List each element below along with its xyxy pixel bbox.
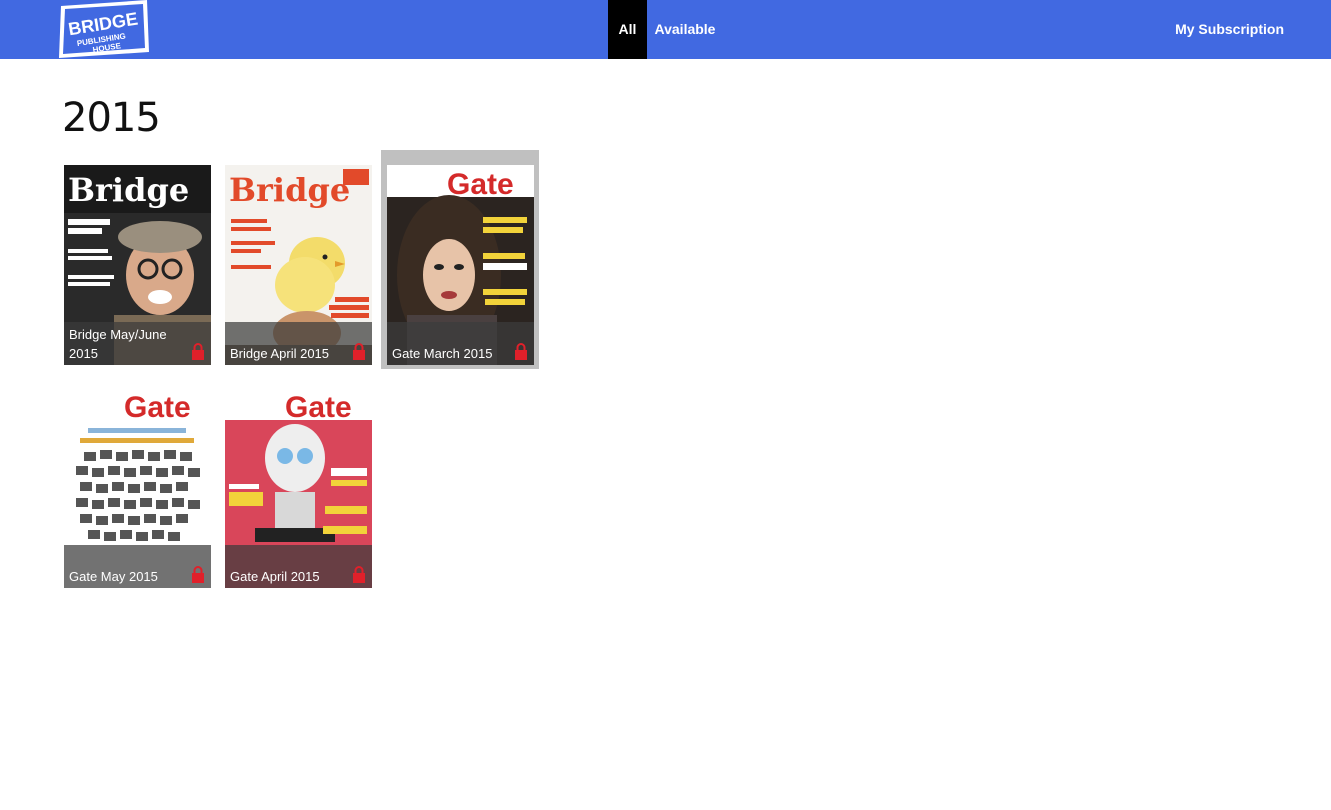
tab-available[interactable]: Available bbox=[652, 0, 718, 59]
issue-tile[interactable]: Bridge Bridge May/June 2015 bbox=[64, 165, 211, 365]
issue-tile[interactable]: Gate Gate April 2015 bbox=[225, 388, 372, 588]
issue-caption: Gate April 2015 bbox=[225, 545, 372, 588]
top-app-bar: BRIDGE PUBLISHING HOUSE All Available My… bbox=[0, 0, 1331, 59]
issue-tile-selected[interactable]: Gate Gate March 2015 bbox=[387, 165, 534, 365]
svg-text:Gate: Gate bbox=[285, 391, 352, 424]
bridge-publishing-house-logo[interactable]: BRIDGE PUBLISHING HOUSE bbox=[57, 0, 149, 58]
lock-icon bbox=[515, 343, 527, 360]
issue-caption: Bridge May/June 2015 bbox=[64, 322, 211, 365]
issue-title: Gate April 2015 bbox=[230, 569, 320, 584]
issue-tile[interactable]: Gate Gate May 2015 bbox=[64, 388, 211, 588]
issue-caption: Gate May 2015 bbox=[64, 545, 211, 588]
issue-title: Bridge May/June 2015 bbox=[69, 327, 167, 361]
lock-icon bbox=[192, 566, 204, 583]
issue-title: Bridge April 2015 bbox=[230, 346, 330, 361]
lock-icon bbox=[192, 343, 204, 360]
tab-all[interactable]: All bbox=[608, 0, 647, 59]
year-heading: 2015 bbox=[62, 95, 161, 141]
svg-text:Gate: Gate bbox=[124, 391, 191, 424]
my-subscription-link[interactable]: My Subscription bbox=[1175, 0, 1284, 59]
issue-title: Gate March 2015 bbox=[392, 346, 493, 361]
lock-icon bbox=[353, 343, 365, 360]
issue-caption: Bridge April 2015 bbox=[225, 322, 372, 365]
svg-text:Bridge: Bridge bbox=[229, 171, 350, 209]
svg-text:Bridge: Bridge bbox=[68, 171, 189, 209]
issue-caption: Gate March 2015 bbox=[387, 322, 534, 365]
issue-title: Gate May 2015 bbox=[69, 569, 158, 584]
issue-tile[interactable]: Bridge Bridge April 2015 bbox=[225, 165, 372, 365]
lock-icon bbox=[353, 566, 365, 583]
